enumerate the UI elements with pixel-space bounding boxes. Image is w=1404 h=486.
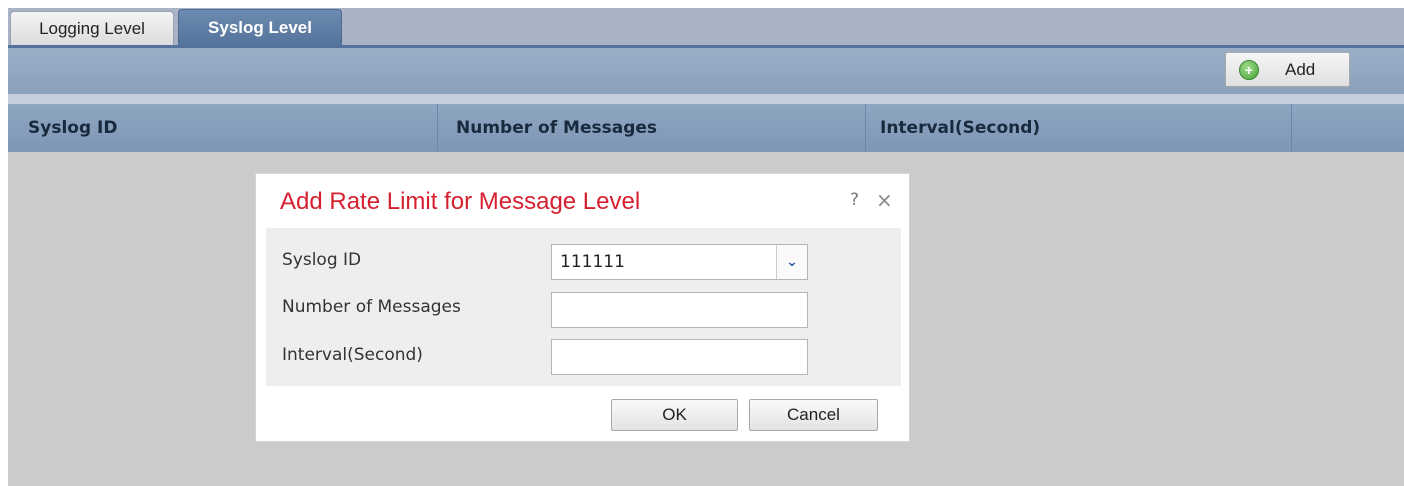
tab-strip: Logging Level Syslog Level <box>8 8 1404 45</box>
dialog-form: Syslog ID 111111 ⌄ Number of Messages In… <box>266 228 901 386</box>
column-header-number-of-messages[interactable]: Number of Messages <box>438 104 866 152</box>
column-header-interval[interactable]: Interval(Second) <box>866 104 1292 152</box>
tab-syslog-level[interactable]: Syslog Level <box>178 9 342 45</box>
help-icon[interactable]: ? <box>850 190 859 210</box>
interval-label: Interval(Second) <box>282 345 423 365</box>
add-rate-limit-dialog: Add Rate Limit for Message Level ? × Sys… <box>255 173 910 442</box>
number-of-messages-field[interactable] <box>551 292 808 328</box>
toolbar: + Add <box>8 48 1404 94</box>
interval-field[interactable] <box>551 339 808 375</box>
column-header-syslog-id[interactable]: Syslog ID <box>8 104 438 152</box>
add-circle-icon: + <box>1239 59 1259 80</box>
close-icon[interactable]: × <box>876 188 893 212</box>
syslog-id-value: 111111 <box>560 252 625 272</box>
number-of-messages-label: Number of Messages <box>282 297 461 317</box>
add-button-label: Add <box>1285 59 1316 79</box>
ok-button[interactable]: OK <box>611 399 738 431</box>
table-header: Syslog ID Number of Messages Interval(Se… <box>8 104 1404 152</box>
syslog-id-combobox[interactable]: 111111 ⌄ <box>551 244 808 280</box>
chevron-down-icon[interactable]: ⌄ <box>776 245 807 279</box>
add-button[interactable]: + Add <box>1225 52 1350 87</box>
tab-logging-level[interactable]: Logging Level <box>10 11 174 45</box>
dialog-title: Add Rate Limit for Message Level <box>280 188 641 215</box>
toolbar-separator <box>8 94 1404 104</box>
syslog-id-label: Syslog ID <box>282 250 362 270</box>
cancel-button[interactable]: Cancel <box>749 399 878 431</box>
column-header-extra <box>1292 104 1404 152</box>
